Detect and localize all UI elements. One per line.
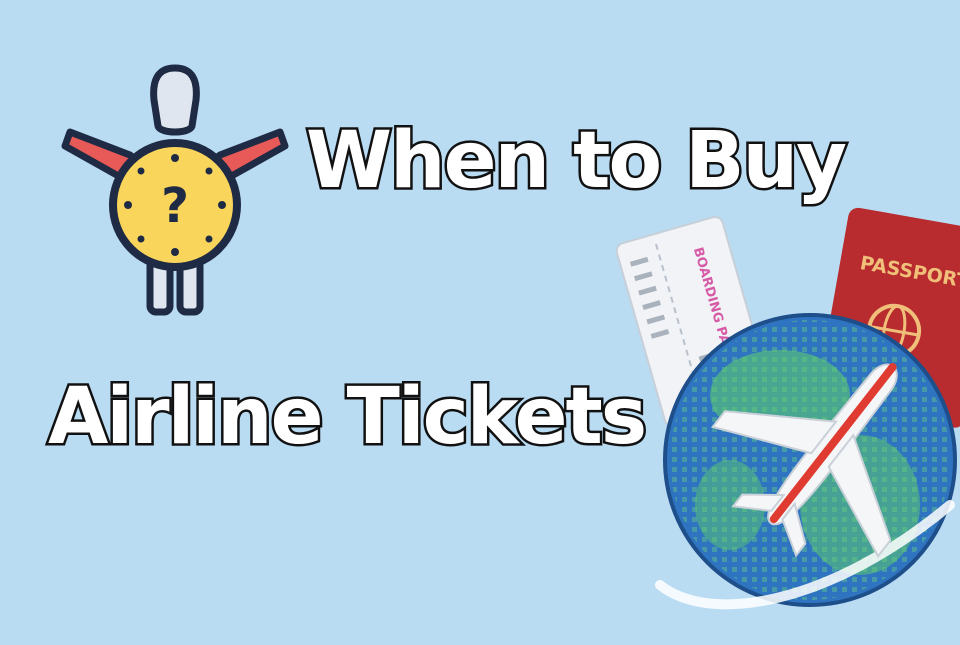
headline-line-1: When to Buy	[303, 116, 849, 206]
person-clock-icon: ?	[61, 64, 289, 316]
travel-illustration: BOARDING PASS PASSPORT	[615, 207, 960, 610]
headline-line-2: Airline Tickets	[45, 372, 649, 462]
clock-question-mark: ?	[161, 178, 189, 234]
